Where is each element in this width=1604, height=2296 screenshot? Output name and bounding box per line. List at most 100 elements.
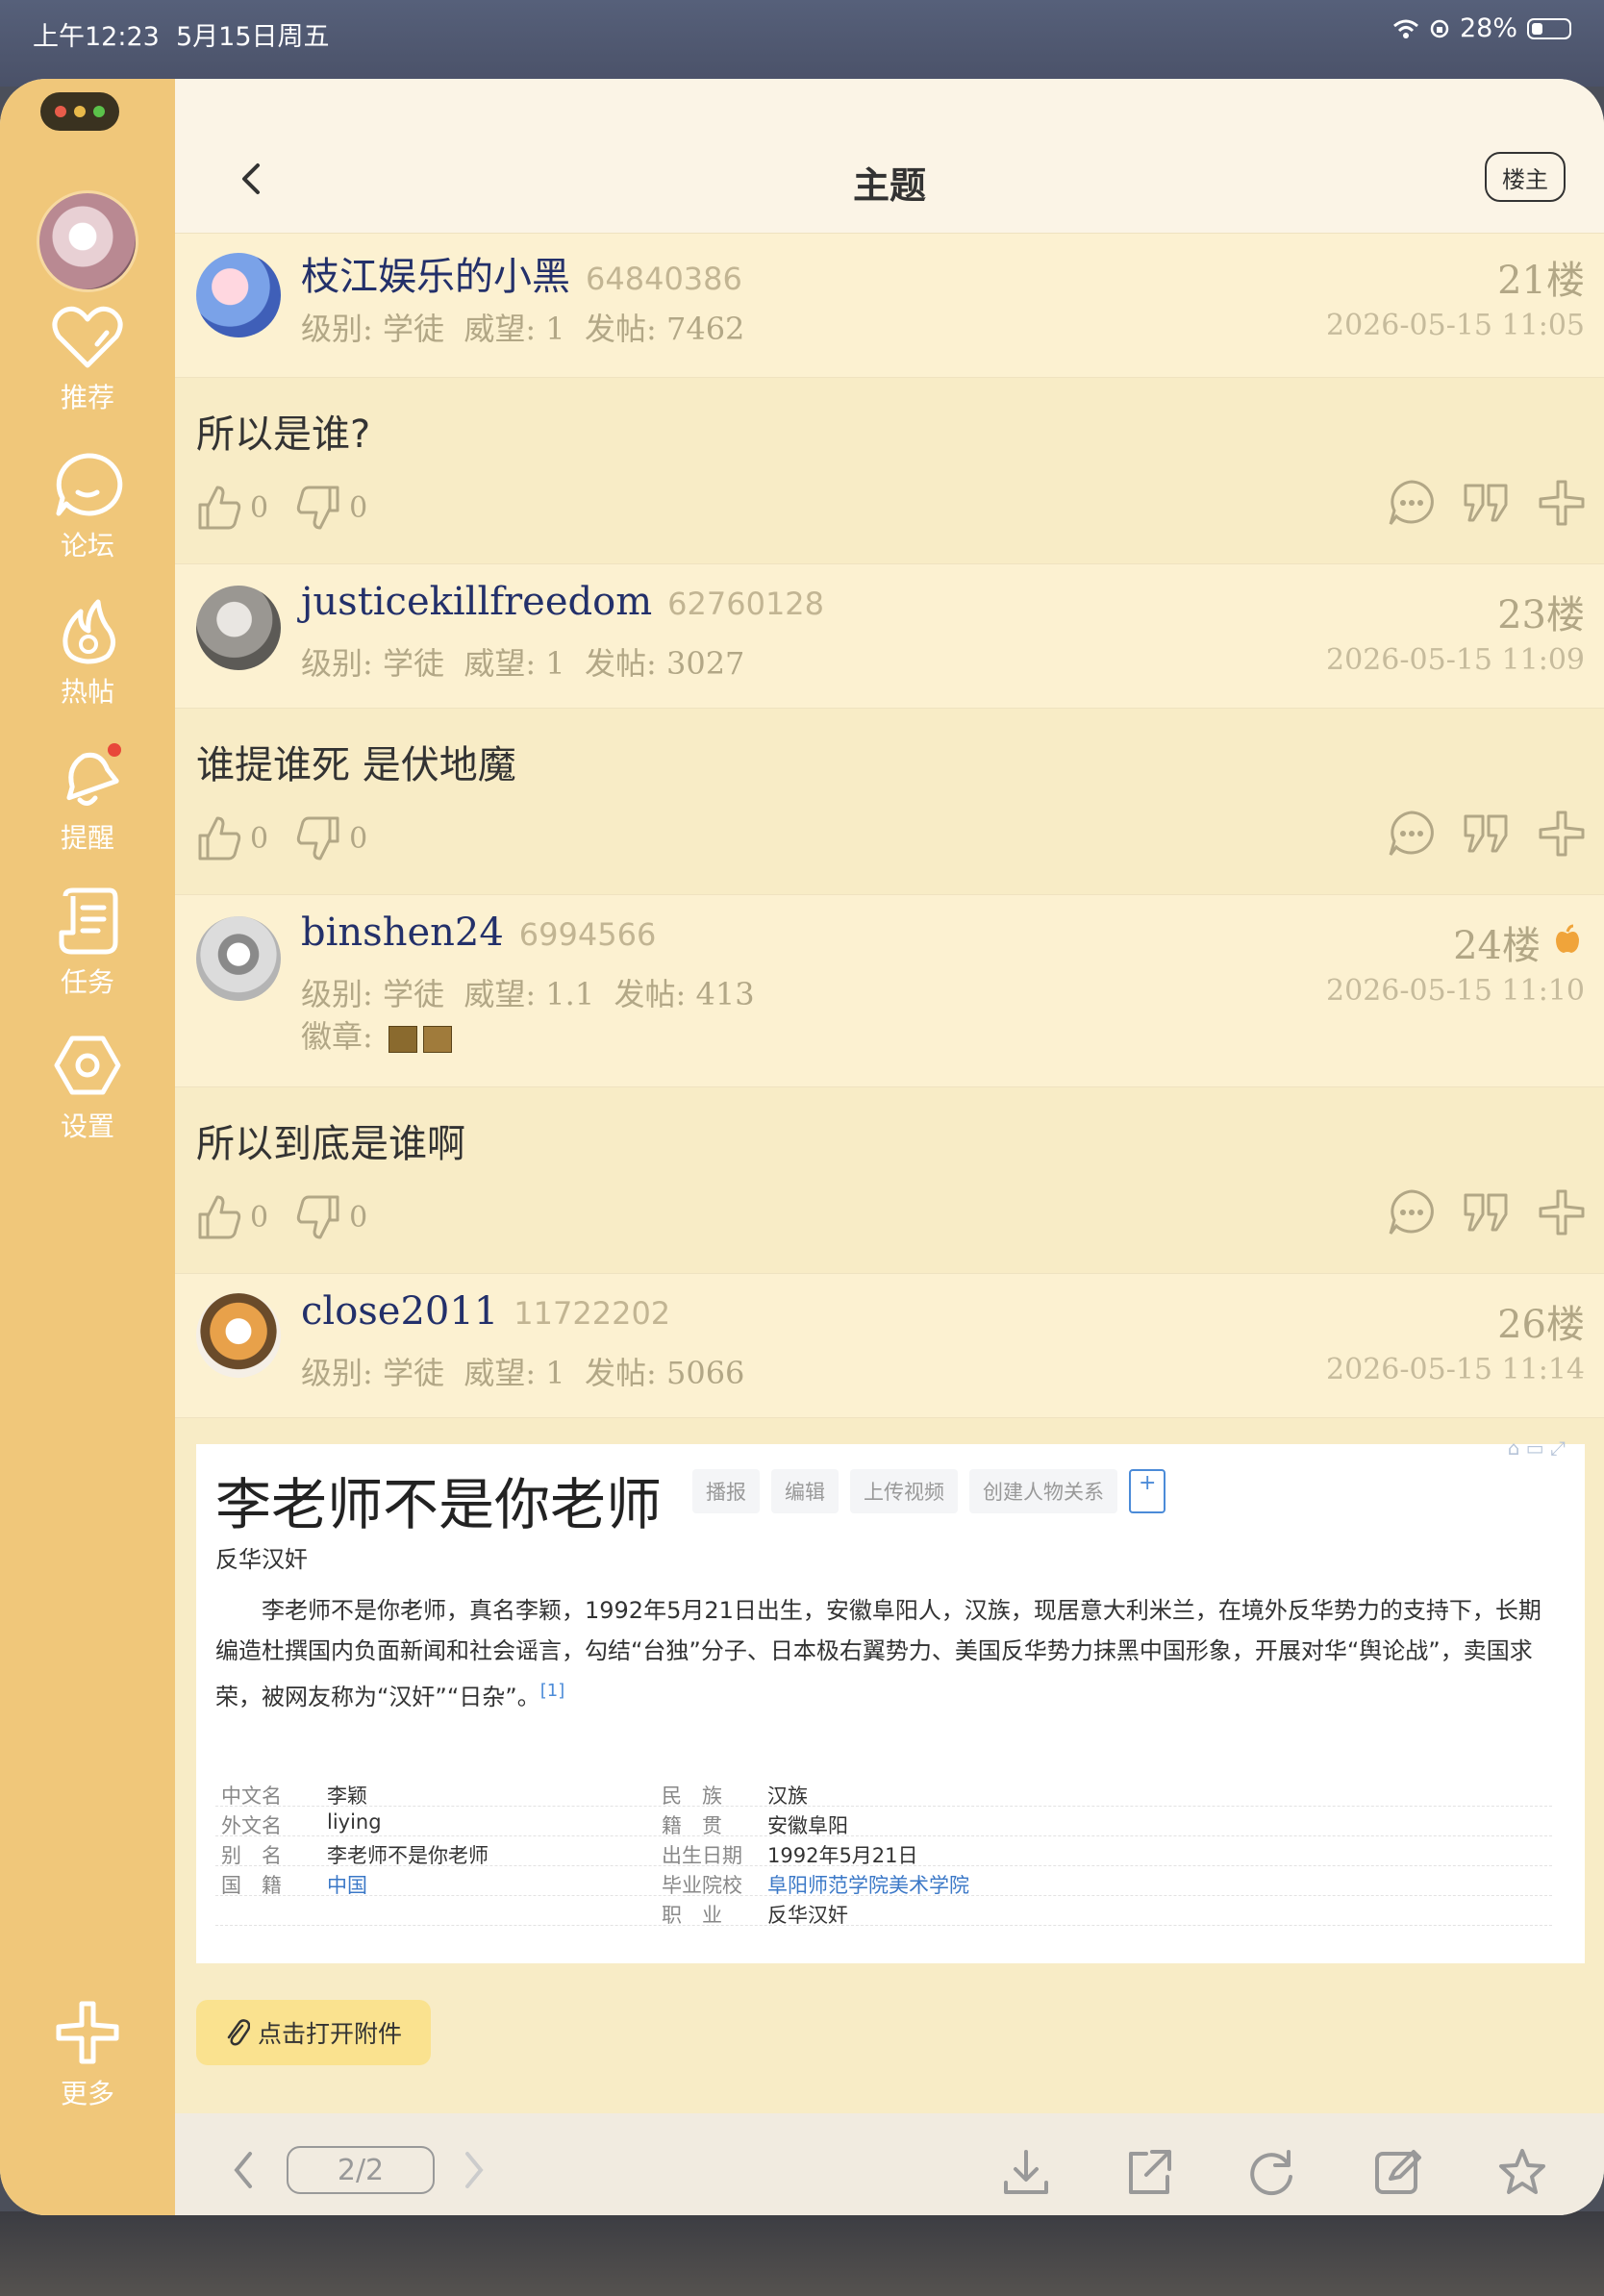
thumbs-down-icon[interactable] (295, 1193, 341, 1241)
vote-bar: 0 0 (196, 484, 394, 532)
embedded-screenshot[interactable]: ⌂ ▭ ⤢ 李老师不是你老师 播报 编辑 上传视频 创建人物关系 + 反华汉奸 … (196, 1436, 1585, 1963)
sidebar-item-more[interactable]: 更多 (0, 1998, 175, 2111)
post-body: 谁提谁死 是伏地魔 0 0 (175, 708, 1604, 895)
prev-page-icon[interactable] (229, 2146, 258, 2194)
user-id: 62760128 (667, 586, 825, 622)
wifi-icon (1393, 19, 1418, 38)
post-actions (1387, 478, 1587, 528)
quote-icon[interactable] (1462, 809, 1512, 859)
floor-number: 26楼 (1497, 1303, 1585, 1347)
avatar[interactable] (196, 1293, 281, 1378)
sidebar-item-label: 推荐 (60, 382, 114, 413)
reply-comment-icon[interactable] (1387, 809, 1437, 859)
orientation-lock-icon (1430, 19, 1449, 37)
embed-tool: 上传视频 (850, 1469, 958, 1513)
status-right: 28% (1392, 13, 1571, 43)
fire-icon (63, 599, 115, 664)
share-icon[interactable] (1123, 2146, 1175, 2198)
sidebar-item-forum[interactable]: 论坛 (0, 450, 175, 563)
sidebar: 推荐 论坛 热帖 提醒 任务 设置 更多 (0, 79, 175, 2215)
post-actions (1387, 809, 1587, 859)
thumbs-down-icon[interactable] (295, 814, 341, 862)
bell-icon (66, 743, 121, 806)
refresh-icon[interactable] (1246, 2146, 1298, 2198)
username[interactable]: close2011 11722202 (301, 1289, 670, 1334)
post-date: 2026-05-15 11:09 (1326, 643, 1585, 677)
post-date: 2026-05-15 11:14 (1326, 1353, 1585, 1386)
avatar[interactable] (196, 916, 281, 1001)
favorite-star-icon[interactable] (1496, 2146, 1548, 2198)
post-content: 所以到底是谁啊 (196, 1122, 465, 1166)
thumbs-down-icon[interactable] (295, 484, 341, 532)
user-id: 6994566 (518, 916, 657, 953)
username[interactable]: binshen24 6994566 (301, 911, 656, 955)
next-page-icon[interactable] (460, 2146, 489, 2194)
thumbs-up-icon[interactable] (196, 814, 242, 862)
plus-icon (56, 2001, 119, 2064)
open-attachment-button[interactable]: 点击打开附件 (196, 2000, 431, 2065)
post-body: 所以到底是谁啊 0 0 (175, 1086, 1604, 1274)
username[interactable]: 枝江娱乐的小黑 64840386 (301, 245, 742, 301)
edit-reply-icon[interactable] (1371, 2146, 1423, 2198)
sidebar-item-hot[interactable]: 热帖 (0, 596, 175, 710)
battery-percent: 28% (1459, 13, 1517, 43)
thumbs-up-icon[interactable] (196, 1193, 242, 1241)
post-header: 枝江娱乐的小黑 64840386 级别: 学徒 威望: 1 发帖: 7462 21… (175, 233, 1604, 378)
embed-tool: 创建人物关系 (969, 1469, 1117, 1513)
quote-icon[interactable] (1462, 478, 1512, 528)
sidebar-item-label: 提醒 (60, 822, 114, 854)
window-controls[interactable] (40, 92, 119, 131)
sidebar-item-recommend[interactable]: 推荐 (0, 306, 175, 415)
floor-number: 21楼 (1497, 259, 1585, 303)
info-row: 中文名 李颖 民 族汉族 (215, 1777, 1552, 1808)
post-actions (1387, 1187, 1587, 1237)
user-meta: 级别: 学徒 威望: 1.1 发帖: 413 (301, 976, 755, 1012)
post-content: 所以是谁? (196, 412, 371, 457)
battery-icon (1527, 17, 1571, 39)
reply-comment-icon[interactable] (1387, 1187, 1437, 1237)
avatar[interactable] (196, 586, 281, 670)
embed-tool: 编辑 (771, 1469, 839, 1513)
user-id: 11722202 (514, 1295, 671, 1332)
embed-info-table: 中文名 李颖 民 族汉族 外文名 liying 籍 贯安徽阜阳 别 名李老师不是你老… (215, 1777, 1552, 1927)
user-meta: 级别: 学徒 威望: 1 发帖: 5066 (301, 1355, 745, 1391)
vote-bar: 0 0 (196, 814, 394, 862)
quote-icon[interactable] (1462, 1187, 1512, 1237)
apple-icon (1556, 924, 1579, 953)
page-indicator[interactable]: 2/2 (287, 2146, 435, 2194)
top-bar: 主题 楼主 (175, 79, 1604, 233)
post-content: 谁提谁死 是伏地魔 (196, 743, 516, 787)
sidebar-item-label: 更多 (60, 2078, 114, 2109)
sidebar-item-label: 任务 (60, 966, 114, 998)
info-row: 别 名李老师不是你老师 出生日期 1992年5月21日 (215, 1836, 1552, 1867)
reply-comment-icon[interactable] (1387, 478, 1437, 528)
gear-icon (54, 1036, 121, 1095)
add-icon[interactable] (1537, 478, 1587, 528)
main-panel: 主题 楼主 枝江娱乐的小黑 64840386 级别: 学徒 威望: 1 发帖: 7… (175, 79, 1604, 2215)
wallpaper-bottom (0, 2211, 1604, 2296)
info-row: 职 业反华汉奸 (215, 1896, 1552, 1927)
user-avatar[interactable] (37, 190, 138, 292)
sidebar-item-remind[interactable]: 提醒 (0, 742, 175, 856)
medal-badge-icon (388, 1025, 417, 1053)
sidebar-item-settings[interactable]: 设置 (0, 1031, 175, 1144)
status-bar: 上午12:23 5月15日周五 28% (0, 0, 1604, 62)
post-header: justicekillfreedom 62760128 级别: 学徒 威望: 1 … (175, 563, 1604, 709)
sidebar-item-task[interactable]: 任务 (0, 886, 175, 1000)
thread-owner-button[interactable]: 楼主 (1485, 152, 1566, 202)
post-body: 所以是谁? 0 0 (175, 377, 1604, 564)
add-icon[interactable] (1537, 809, 1587, 859)
status-time: 上午12:23 5月15日周五 (33, 22, 330, 52)
download-icon[interactable] (1000, 2146, 1052, 2198)
username[interactable]: justicekillfreedom 62760128 (301, 580, 824, 624)
vote-bar: 0 0 (196, 1193, 394, 1241)
avatar[interactable] (196, 253, 281, 337)
post-date: 2026-05-15 11:10 (1326, 974, 1585, 1008)
floor-number: 23楼 (1497, 593, 1585, 637)
info-row: 国 籍中国 毕业院校 阜阳师范学院美术学院 (215, 1866, 1552, 1897)
thumbs-up-icon[interactable] (196, 484, 242, 532)
paperclip-icon (227, 2019, 250, 2046)
like-count: 0 (250, 821, 269, 856)
add-icon[interactable] (1537, 1187, 1587, 1237)
app-window: 推荐 论坛 热帖 提醒 任务 设置 更多 主题 楼主 枝江娱乐的小黑 64840… (0, 79, 1604, 2215)
